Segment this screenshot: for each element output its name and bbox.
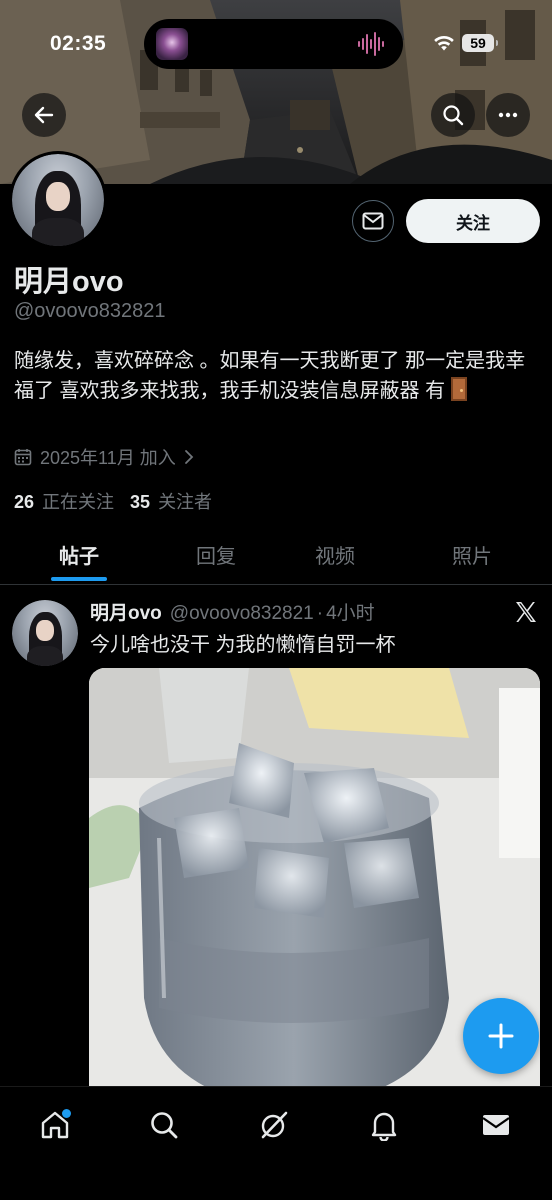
post-header: 明月ovo @ovoovo832821 · 4小时 [90,598,375,625]
nav-messages[interactable] [476,1105,516,1145]
status-time: 02:35 [50,32,107,55]
more-icon [498,112,518,118]
following-label: 正在关注 [42,492,115,512]
x-logo-icon [516,602,536,622]
audio-wave-icon [358,32,384,56]
post-author-name[interactable]: 明月ovo [90,598,162,625]
profile-screen: 02:35 59 关注 明月ovo @ovoovo832821 随缘发，喜欢碎碎… [0,0,552,1200]
tab-replies[interactable]: 回复 [161,540,271,569]
post-text: 今儿啥也没干 为我的懒惰自罚一杯 [90,634,396,656]
following-link[interactable]: 26 正在关注 [14,488,114,514]
bell-icon [371,1112,397,1141]
grok-icon [261,1111,288,1139]
follow-stats: 26 正在关注 35 关注者 [14,488,228,514]
post-author-handle[interactable]: @ovoovo832821 [170,603,314,625]
bio-text: 随缘发，喜欢碎碎念 。如果有一天我断更了 那一定是我幸福了 喜欢我多来找我，我手… [14,350,526,402]
search-icon [151,1112,178,1139]
joined-date: 2025年11月 加入 [14,445,196,469]
following-count: 26 [14,492,35,512]
search-button[interactable] [431,93,475,137]
dynamic-island[interactable] [144,19,403,69]
post-avatar[interactable] [12,600,78,666]
tab-photos[interactable]: 照片 [417,540,527,569]
post-timestamp[interactable]: 4小时 [326,598,375,625]
avatar-image [12,154,104,246]
follow-button[interactable]: 关注 [406,199,540,243]
mail-icon [482,1115,510,1135]
message-button[interactable] [352,200,394,242]
calendar-icon [14,449,32,466]
nav-grok[interactable] [254,1105,294,1145]
battery-indicator: 59 [462,34,498,52]
profile-bio: 随缘发，喜欢碎碎念 。如果有一天我断更了 那一定是我幸福了 喜欢我多来找我，我手… [14,346,540,406]
bottom-navigation [0,1086,552,1200]
followers-link[interactable]: 35 关注者 [130,488,212,514]
post-avatar-image [12,600,78,666]
plus-icon [488,1023,514,1049]
nav-home[interactable] [35,1105,75,1145]
active-tab-indicator [51,577,107,581]
followers-label: 关注者 [158,492,213,512]
notification-dot [62,1109,71,1118]
wifi-icon [434,35,454,51]
chevron-right-icon [184,450,194,464]
tab-videos[interactable]: 视频 [280,540,390,569]
door-emoji-icon [450,377,467,401]
profile-display-name: 明月ovo [14,266,124,298]
nav-notifications[interactable] [364,1105,404,1145]
profile-tabs: 帖子 回复 视频 照片 [0,524,552,585]
tab-posts[interactable]: 帖子 [24,540,134,569]
mail-icon [362,212,384,230]
back-arrow-icon [34,106,54,124]
joined-text: 2025年11月 加入 [40,448,176,468]
post-separator: · [316,603,324,624]
profile-banner[interactable]: 02:35 59 [0,0,552,184]
compose-button[interactable] [463,998,539,1074]
now-playing-artwork [156,28,188,60]
search-icon [443,105,464,126]
back-button[interactable] [22,93,66,137]
status-bar: 02:35 59 [0,0,552,90]
nav-search[interactable] [144,1105,184,1145]
followers-count: 35 [130,492,151,512]
profile-avatar[interactable] [9,151,107,249]
profile-handle: @ovoovo832821 [14,300,166,322]
more-button[interactable] [486,93,530,137]
